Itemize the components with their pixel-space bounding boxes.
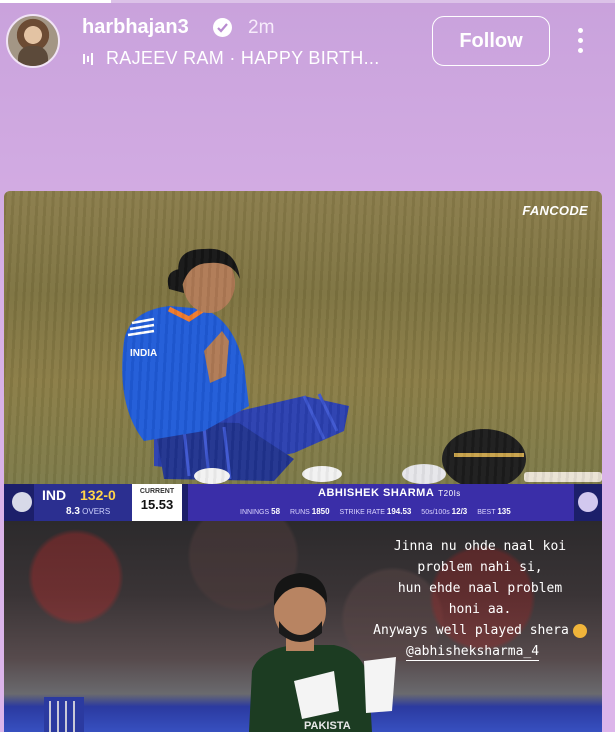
lion-emoji-icon: [572, 623, 587, 638]
team-score: 132-0: [80, 487, 116, 503]
stat-value: 194.53: [386, 507, 412, 516]
overs-label: OVERS: [82, 507, 111, 516]
mention-link[interactable]: @abhisheksharma_4: [406, 644, 540, 661]
stat-value: 1850: [311, 507, 330, 516]
post-time: 2m: [248, 17, 275, 38]
overs-value: 8.3: [66, 506, 80, 517]
avatar[interactable]: [6, 14, 60, 68]
overs: 8.3 OVERS: [66, 506, 110, 517]
team-name: IND: [42, 487, 67, 503]
music-icon: [83, 53, 93, 65]
story-header: harbhajan3 2m RAJEEV RAM · HAPPY BIRTH..…: [6, 12, 609, 72]
stat-label: INNINGS: [240, 509, 270, 516]
stat-label: BEST: [477, 509, 496, 516]
svg-text:PAKISTA: PAKISTA: [304, 720, 351, 732]
caption-line: hun ehde naal problem: [397, 581, 563, 596]
stat-value: 135: [497, 507, 511, 516]
music-track-label[interactable]: RAJEEV RAM · HAPPY BIRTH...: [106, 48, 380, 69]
stat-value: 58: [271, 507, 281, 516]
story-progress-fill: [0, 0, 111, 3]
caption-line: honi aa.: [448, 602, 512, 617]
caption-line: Jinna nu ohde naal koi: [393, 539, 567, 554]
tournament-logo-icon: [12, 492, 32, 512]
verified-badge-icon: [213, 18, 232, 37]
player-name-text: ABHISHEK SHARMA: [318, 487, 435, 499]
format-label: T20Is: [438, 489, 461, 498]
player-stats: INNINGS 58 RUNS 1850 STRIKE RATE 194.53 …: [240, 507, 519, 516]
username[interactable]: harbhajan3: [82, 16, 189, 39]
current-value: 15.53: [140, 497, 174, 512]
caption-line: problem nahi si,: [417, 560, 543, 575]
caption-line-with-emoji: Anyways well played shera: [360, 620, 600, 641]
batsman-photo: FANCODE INDIA: [4, 191, 602, 489]
current-label: CURRENT: [139, 488, 175, 495]
player-name: ABHISHEK SHARMA T20Is: [318, 487, 461, 499]
follow-button[interactable]: Follow: [432, 16, 550, 66]
story-progress-bar: [0, 0, 615, 3]
stat-label: 50s/100s: [421, 509, 450, 516]
channel-badge-icon: [578, 492, 598, 512]
stat-value: 12/3: [451, 507, 468, 516]
caption-line: Anyways well played shera: [373, 623, 569, 638]
stat-label: STRIKE RATE: [339, 509, 385, 516]
scoreboard: IND 132-0 8.3 OVERS CURRENT 15.53 ABHISH…: [4, 484, 602, 521]
player-stats-panel: ABHISHEK SHARMA T20Is INNINGS 58 RUNS 185…: [188, 484, 574, 521]
shared-post[interactable]: FANCODE INDIA: [4, 191, 602, 732]
current-run-rate: CURRENT 15.53: [132, 484, 182, 521]
team-score-panel: IND 132-0 8.3 OVERS: [34, 484, 132, 521]
more-options-icon[interactable]: [572, 28, 588, 58]
stat-label: RUNS: [289, 509, 310, 516]
rizwan-photo: PAKISTA Jinna nu ohde naal koi problem n…: [4, 521, 602, 732]
broadcaster-watermark: FANCODE: [522, 203, 588, 218]
story-caption: Jinna nu ohde naal koi problem nahi si, …: [360, 536, 600, 641]
